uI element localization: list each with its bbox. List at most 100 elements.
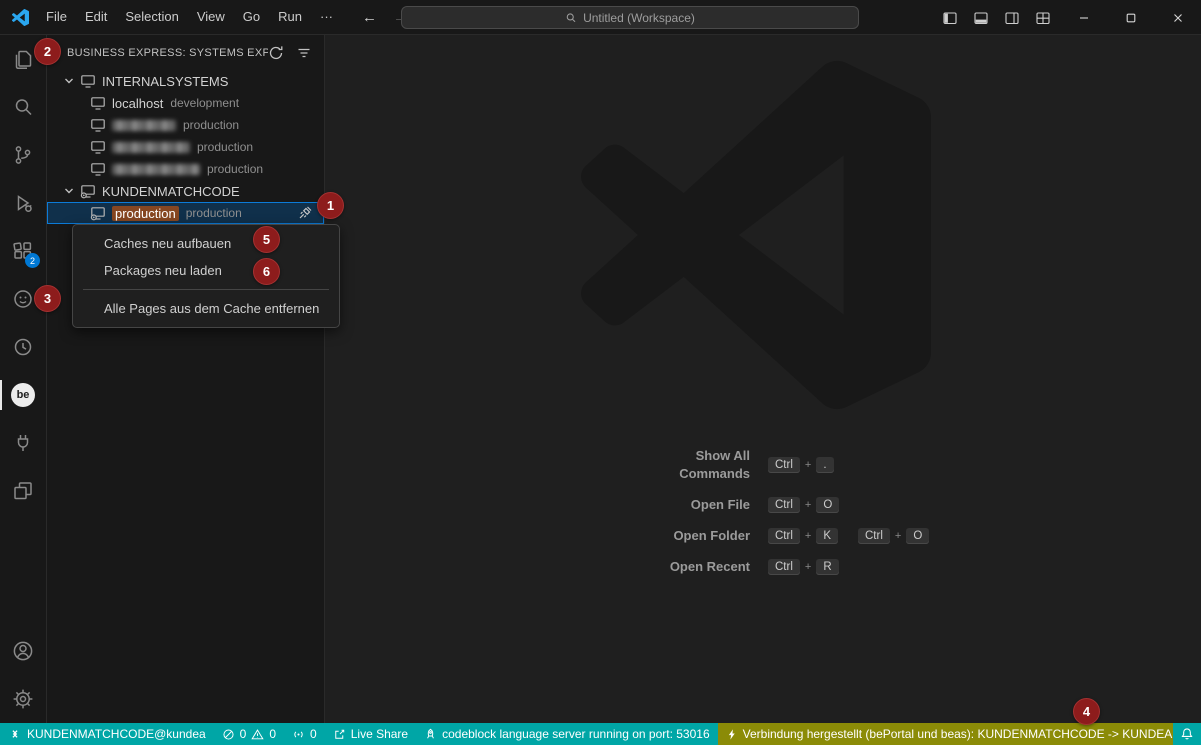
- tree-item-description: development: [170, 96, 239, 110]
- tree-item-description: production: [183, 118, 239, 132]
- annotation-badge-6: 6: [253, 258, 280, 285]
- sidebar-title: BUSINESS EXPRESS: SYSTEMS EXPLOR...: [67, 47, 268, 59]
- menu-file[interactable]: File: [37, 0, 76, 34]
- keybinding-chip: Ctrl: [768, 457, 800, 473]
- problems-indicator[interactable]: 0 0: [214, 723, 284, 745]
- menu-overflow[interactable]: ···: [311, 0, 342, 34]
- redacted-text: [112, 164, 200, 175]
- keybinding-chip: Ctrl: [768, 559, 800, 575]
- editor-area: Show All Commands Ctrl + . Open File Ctr…: [326, 35, 1201, 723]
- keybinding-chip: K: [816, 528, 838, 544]
- server-gear-icon: [90, 205, 106, 221]
- filter-icon[interactable]: [296, 45, 312, 61]
- ports-indicator[interactable]: 0: [284, 723, 325, 745]
- keybinding-chip: .: [816, 457, 833, 473]
- menu-selection[interactable]: Selection: [116, 0, 187, 34]
- menubar: File Edit Selection View Go Run ···: [37, 0, 342, 34]
- tree-item-production-selected[interactable]: production production: [47, 202, 324, 224]
- server-icon: [90, 139, 106, 155]
- plus-separator: +: [895, 530, 901, 542]
- tree-item-label-highlighted: production: [112, 206, 179, 221]
- menu-view[interactable]: View: [188, 0, 234, 34]
- shortcut-open-file: Open File Ctrl + O: [642, 496, 1082, 514]
- menu-separator: [83, 289, 329, 290]
- search-view-icon[interactable]: [0, 83, 46, 131]
- close-button[interactable]: [1154, 0, 1201, 35]
- titlebar: File Edit Selection View Go Run ··· ← → …: [0, 0, 1201, 35]
- menu-item-reload-packages[interactable]: Packages neu laden: [77, 257, 335, 284]
- tree-item-label: KUNDENMATCHCODE: [102, 184, 240, 199]
- be-logo: be: [11, 383, 35, 407]
- annotation-badge-5: 5: [253, 226, 280, 253]
- menu-edit[interactable]: Edit: [76, 0, 116, 34]
- language-server-message: codeblock language server running on por…: [442, 727, 710, 741]
- maximize-button[interactable]: [1107, 0, 1154, 35]
- tree-item-kundenmatchcode[interactable]: KUNDENMATCHCODE: [47, 180, 324, 202]
- chevron-down-icon: [61, 73, 77, 89]
- refresh-icon[interactable]: [268, 45, 284, 61]
- menu-go[interactable]: Go: [234, 0, 269, 34]
- notifications-bell-icon[interactable]: [1173, 723, 1201, 745]
- business-express-view-icon[interactable]: be: [0, 371, 46, 419]
- menu-item-remove-pages-from-cache[interactable]: Alle Pages aus dem Cache entfernen: [77, 295, 335, 322]
- shortcut-label: Open File: [642, 496, 750, 514]
- language-server-status[interactable]: codeblock language server running on por…: [416, 723, 718, 745]
- history-clock-icon[interactable]: [0, 323, 46, 371]
- toggle-sidebar-right-icon[interactable]: [1000, 6, 1024, 30]
- shortcut-open-recent: Open Recent Ctrl + R: [642, 558, 1082, 576]
- minimize-button[interactable]: [1060, 0, 1107, 35]
- lightning-plug-icon: [726, 728, 738, 741]
- menu-run[interactable]: Run: [269, 0, 311, 34]
- toggle-sidebar-left-icon[interactable]: [938, 6, 962, 30]
- connection-status[interactable]: Verbindung hergestellt (bePortal und bea…: [718, 723, 1173, 745]
- tree-item-redacted-1[interactable]: production: [47, 114, 324, 136]
- customize-layout-icon[interactable]: [1031, 6, 1055, 30]
- live-share-button[interactable]: Live Share: [325, 723, 416, 745]
- redacted-text: [112, 142, 190, 153]
- keybinding-chip: R: [816, 559, 838, 575]
- annotation-badge-1: 1: [317, 192, 344, 219]
- plus-separator: +: [805, 459, 811, 471]
- shortcut-show-all-commands: Show All Commands Ctrl + .: [642, 447, 1082, 483]
- systems-tree: INTERNALSYSTEMS localhost development pr…: [47, 70, 324, 224]
- broadcast-icon: [292, 728, 305, 741]
- extensions-icon[interactable]: 2: [0, 227, 46, 275]
- tree-item-description: production: [186, 206, 242, 220]
- annotation-badge-3: 3: [34, 285, 61, 312]
- run-debug-icon[interactable]: [0, 179, 46, 227]
- tree-item-description: production: [207, 162, 263, 176]
- redacted-text: [112, 120, 176, 131]
- tree-item-redacted-3[interactable]: production: [47, 158, 324, 180]
- tree-item-redacted-2[interactable]: production: [47, 136, 324, 158]
- keybinding-chip: Ctrl: [768, 528, 800, 544]
- shortcut-open-folder: Open Folder Ctrl + K Ctrl + O: [642, 527, 1082, 545]
- command-center[interactable]: Untitled (Workspace): [401, 6, 859, 29]
- keybinding-chip: O: [816, 497, 839, 513]
- extensions-badge: 2: [25, 253, 40, 268]
- source-control-icon[interactable]: [0, 131, 46, 179]
- menu-item-rebuild-caches[interactable]: Caches neu aufbauen: [77, 230, 335, 257]
- tree-item-internalsystems[interactable]: INTERNALSYSTEMS: [47, 70, 324, 92]
- windows-layers-icon[interactable]: [0, 467, 46, 515]
- navigate-back-icon[interactable]: ←: [362, 9, 377, 26]
- remote-label: KUNDENMATCHCODE@kundea: [27, 727, 206, 741]
- account-icon[interactable]: [0, 627, 46, 675]
- tree-item-label: INTERNALSYSTEMS: [102, 74, 228, 89]
- error-icon: [222, 728, 235, 741]
- plus-separator: +: [805, 561, 811, 573]
- warning-icon: [251, 728, 264, 741]
- plug-connect-icon[interactable]: [0, 419, 46, 467]
- settings-gear-icon[interactable]: [0, 675, 46, 723]
- tree-item-label: localhost: [112, 96, 163, 111]
- remote-indicator[interactable]: KUNDENMATCHCODE@kundea: [0, 723, 214, 745]
- server-gear-icon: [80, 183, 96, 199]
- connection-message: Verbindung hergestellt (bePortal und bea…: [743, 727, 1173, 741]
- toggle-panel-icon[interactable]: [969, 6, 993, 30]
- tree-item-localhost[interactable]: localhost development: [47, 92, 324, 114]
- vscode-watermark-icon: [581, 60, 931, 410]
- ports-count: 0: [310, 727, 317, 741]
- sidebar-systems-explorer: BUSINESS EXPRESS: SYSTEMS EXPLOR... INTE…: [47, 35, 325, 723]
- connect-plug-icon[interactable]: [297, 205, 313, 221]
- plus-separator: +: [805, 530, 811, 542]
- error-count: 0: [240, 727, 247, 741]
